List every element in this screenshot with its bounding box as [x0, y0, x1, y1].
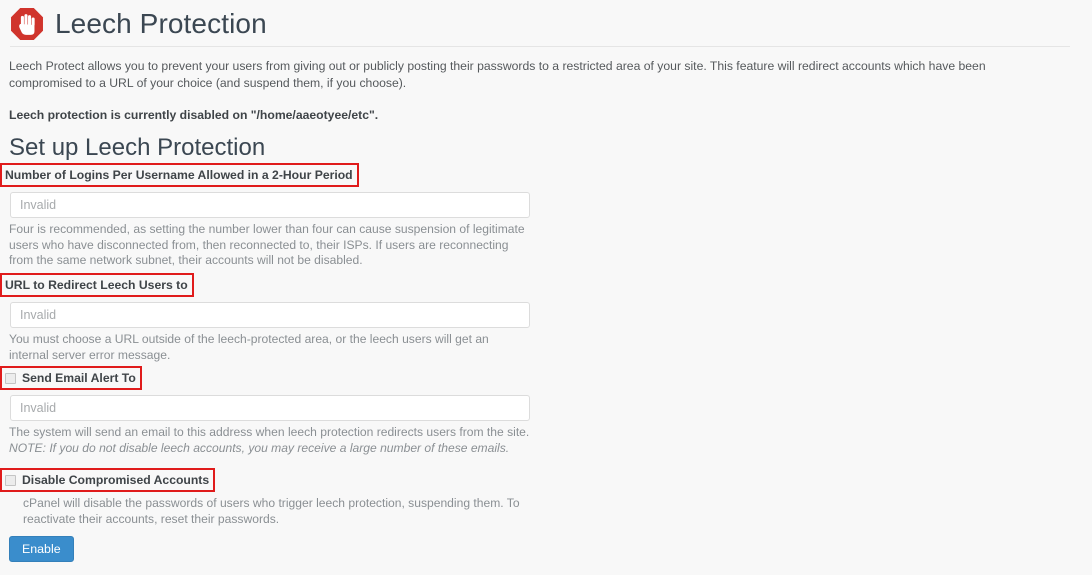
page-title: Leech Protection — [55, 8, 267, 39]
field-group-redirect-url: URL to Redirect Leech Users to You must … — [0, 273, 531, 363]
label-disable-compromised-accounts: Disable Compromised Accounts — [0, 468, 216, 492]
disable-accounts-checkbox[interactable] — [5, 474, 16, 486]
enable-button[interactable]: Enable — [9, 536, 74, 562]
label-redirect-url: URL to Redirect Leech Users to — [0, 273, 194, 297]
page-header: Leech Protection — [10, 2, 1070, 46]
section-title: Set up Leech Protection — [9, 134, 266, 161]
send-email-alert-checkbox[interactable] — [5, 372, 16, 384]
label-number-of-logins: Number of Logins Per Username Allowed in… — [0, 163, 359, 187]
email-alert-help-main: The system will send an email to this ad… — [9, 425, 530, 439]
email-alert-input[interactable] — [10, 395, 530, 421]
logins-help-text: Four is recommended, as setting the numb… — [9, 222, 525, 267]
intro-paragraph: Leech Protect allows you to prevent your… — [9, 59, 986, 90]
field-group-email-alert: Send Email Alert To The system will send… — [0, 366, 531, 456]
leech-protection-page: Leech Protection Leech Protect allows yo… — [0, 0, 1092, 575]
email-alert-help-note: NOTE: If you do not disable leech accoun… — [9, 440, 510, 455]
redirect-url-help-text: You must choose a URL outside of the lee… — [9, 332, 489, 362]
leech-status-text: Leech protection is currently disabled o… — [9, 108, 379, 122]
disable-accounts-help-text: cPanel will disable the passwords of use… — [23, 496, 520, 526]
label-send-email-alert: Send Email Alert To — [0, 366, 142, 390]
field-group-logins: Number of Logins Per Username Allowed in… — [0, 163, 531, 269]
redirect-url-input[interactable] — [10, 302, 530, 328]
logins-input[interactable] — [10, 192, 530, 218]
field-group-disable-accounts: Disable Compromised Accounts cPanel will… — [0, 468, 528, 527]
disable-accounts-label-text: Disable Compromised Accounts — [22, 473, 210, 487]
email-alert-help-text: The system will send an email to this ad… — [9, 425, 531, 456]
stop-hand-icon — [11, 8, 43, 40]
header-divider — [10, 46, 1070, 47]
send-email-alert-label-text: Send Email Alert To — [22, 371, 136, 385]
